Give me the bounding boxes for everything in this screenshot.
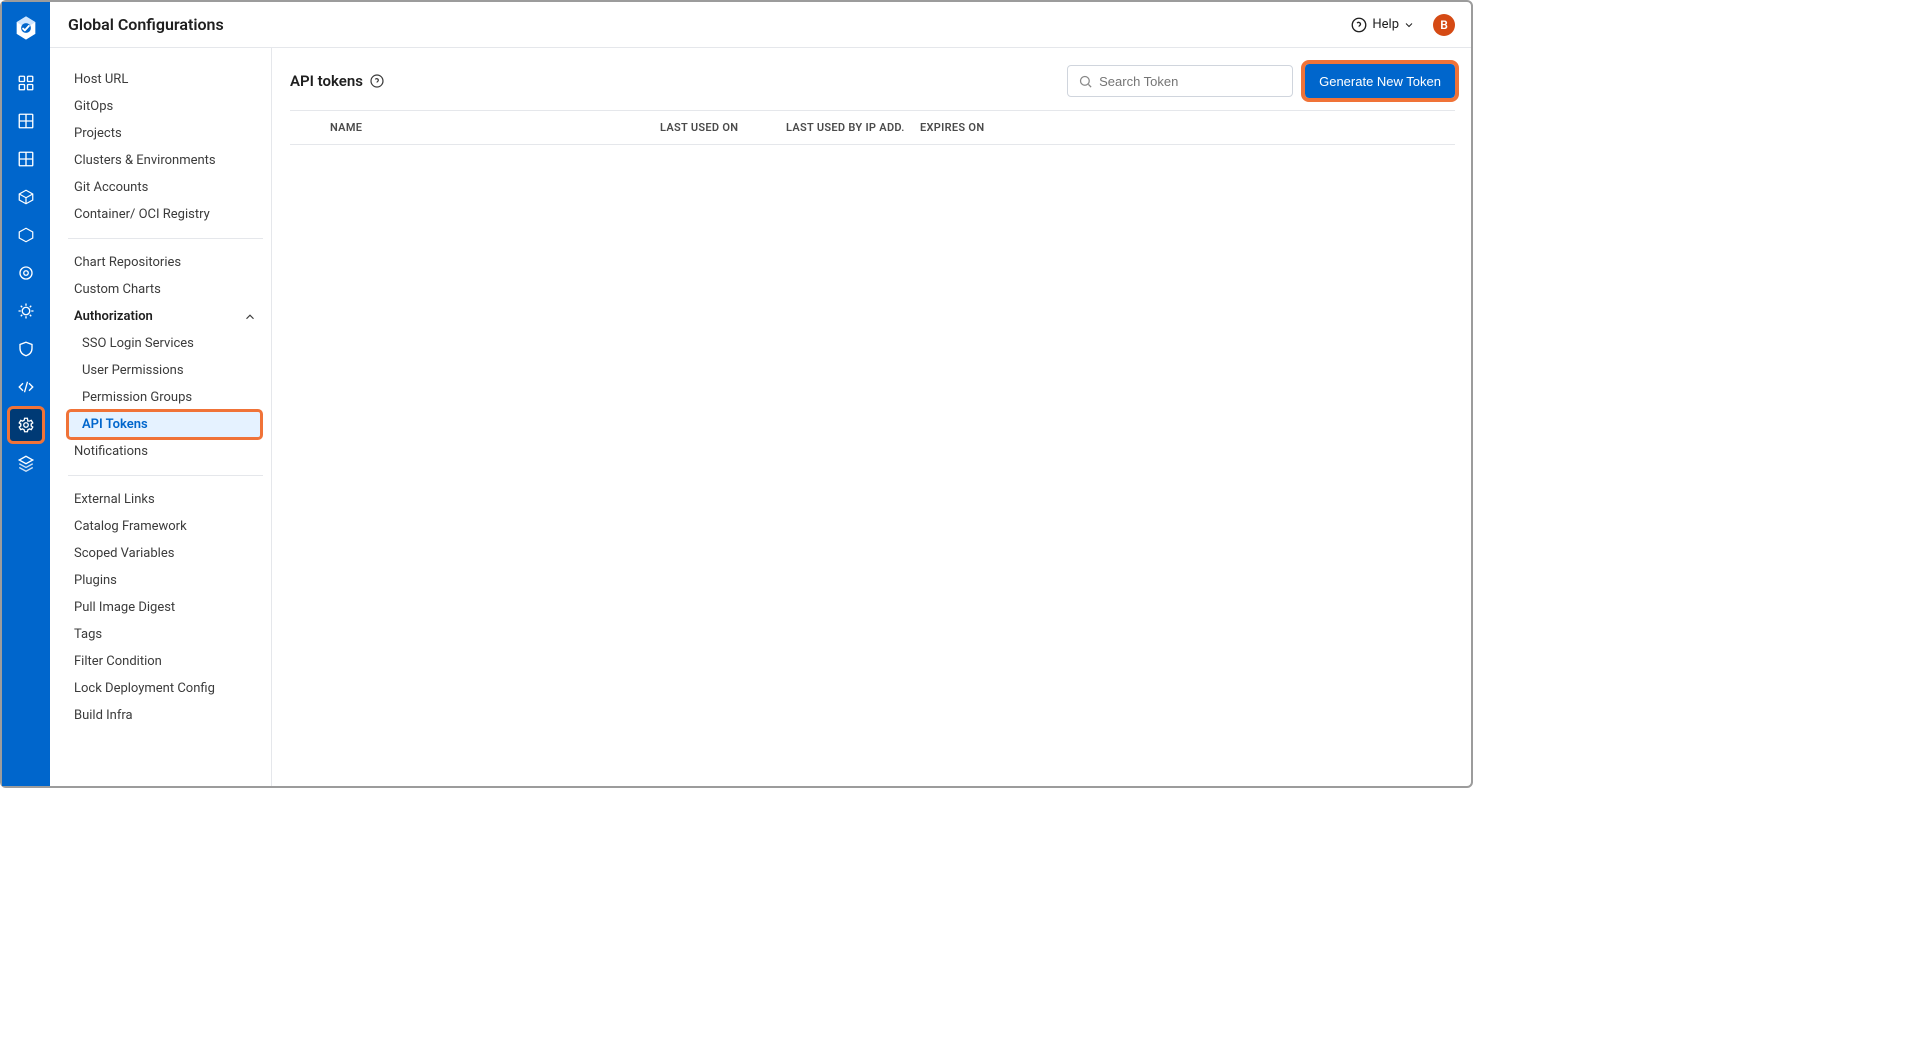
- nav-custom-charts[interactable]: Custom Charts: [68, 276, 263, 303]
- info-icon[interactable]: [369, 73, 385, 89]
- col-name: NAME: [330, 121, 660, 134]
- search-token[interactable]: [1067, 65, 1293, 97]
- nav-host-url[interactable]: Host URL: [68, 66, 263, 93]
- content-area: API tokens Generate New Token NAME LAST …: [272, 48, 1471, 786]
- nav-user-permissions[interactable]: User Permissions: [68, 357, 263, 384]
- nav-api-tokens[interactable]: API Tokens: [68, 411, 261, 438]
- apps-icon[interactable]: [9, 66, 43, 100]
- nav-container-registry[interactable]: Container/ OCI Registry: [68, 201, 263, 228]
- nav-filter-condition[interactable]: Filter Condition: [68, 648, 263, 675]
- nav-authorization-children: SSO Login Services User Permissions Perm…: [68, 330, 263, 438]
- nav-gitops[interactable]: GitOps: [68, 93, 263, 120]
- nav-projects[interactable]: Projects: [68, 120, 263, 147]
- content-header: API tokens Generate New Token: [290, 64, 1455, 110]
- nav-authorization[interactable]: Authorization: [68, 303, 263, 330]
- generate-new-token-button[interactable]: Generate New Token: [1305, 64, 1455, 98]
- help-label: Help: [1372, 17, 1399, 32]
- settings-side-nav: Host URL GitOps Projects Clusters & Envi…: [50, 48, 272, 786]
- nav-git-accounts[interactable]: Git Accounts: [68, 174, 263, 201]
- help-icon: [1350, 16, 1368, 34]
- registry-icon[interactable]: [9, 180, 43, 214]
- settings-icon[interactable]: [9, 408, 43, 442]
- nav-notifications[interactable]: Notifications: [68, 438, 263, 465]
- nav-scoped-variables[interactable]: Scoped Variables: [68, 540, 263, 567]
- left-icon-rail: [2, 2, 50, 786]
- page-title: Global Configurations: [68, 15, 224, 34]
- chevron-down-icon: [1403, 19, 1415, 31]
- nav-catalog-framework[interactable]: Catalog Framework: [68, 513, 263, 540]
- nav-tags[interactable]: Tags: [68, 621, 263, 648]
- nav-chart-repos[interactable]: Chart Repositories: [68, 249, 263, 276]
- table-header: NAME LAST USED ON LAST USED BY IP ADD. E…: [290, 111, 1455, 144]
- code-icon[interactable]: [9, 370, 43, 404]
- nav-group-misc: External Links Catalog Framework Scoped …: [68, 486, 263, 739]
- tokens-table: NAME LAST USED ON LAST USED BY IP ADD. E…: [290, 110, 1455, 145]
- chevron-up-icon: [243, 310, 257, 324]
- nav-plugins[interactable]: Plugins: [68, 567, 263, 594]
- avatar[interactable]: B: [1433, 14, 1455, 36]
- content-title: API tokens: [290, 72, 385, 90]
- package-icon[interactable]: [9, 142, 43, 176]
- cube-icon[interactable]: [9, 218, 43, 252]
- nav-lock-deploy-config[interactable]: Lock Deployment Config: [68, 675, 263, 702]
- nav-group-charts-auth: Chart Repositories Custom Charts Authori…: [68, 249, 263, 476]
- search-input[interactable]: [1099, 74, 1282, 89]
- help-menu[interactable]: Help: [1350, 16, 1415, 34]
- app-logo-icon: [10, 12, 42, 44]
- builds-icon[interactable]: [9, 104, 43, 138]
- col-expires: EXPIRES ON: [920, 121, 1040, 134]
- nav-clusters[interactable]: Clusters & Environments: [68, 147, 263, 174]
- nav-pull-image-digest[interactable]: Pull Image Digest: [68, 594, 263, 621]
- tune-icon[interactable]: [9, 294, 43, 328]
- nav-sso[interactable]: SSO Login Services: [68, 330, 263, 357]
- nav-external-links[interactable]: External Links: [68, 486, 263, 513]
- top-header: Global Configurations Help B: [50, 2, 1471, 48]
- target-icon[interactable]: [9, 256, 43, 290]
- nav-build-infra[interactable]: Build Infra: [68, 702, 263, 729]
- nav-permission-groups[interactable]: Permission Groups: [68, 384, 263, 411]
- shield-icon[interactable]: [9, 332, 43, 366]
- search-icon: [1078, 74, 1093, 89]
- col-last-ip: LAST USED BY IP ADD.: [786, 121, 920, 134]
- col-last-used: LAST USED ON: [660, 121, 786, 134]
- layers-icon[interactable]: [9, 446, 43, 480]
- nav-group-general: Host URL GitOps Projects Clusters & Envi…: [68, 66, 263, 239]
